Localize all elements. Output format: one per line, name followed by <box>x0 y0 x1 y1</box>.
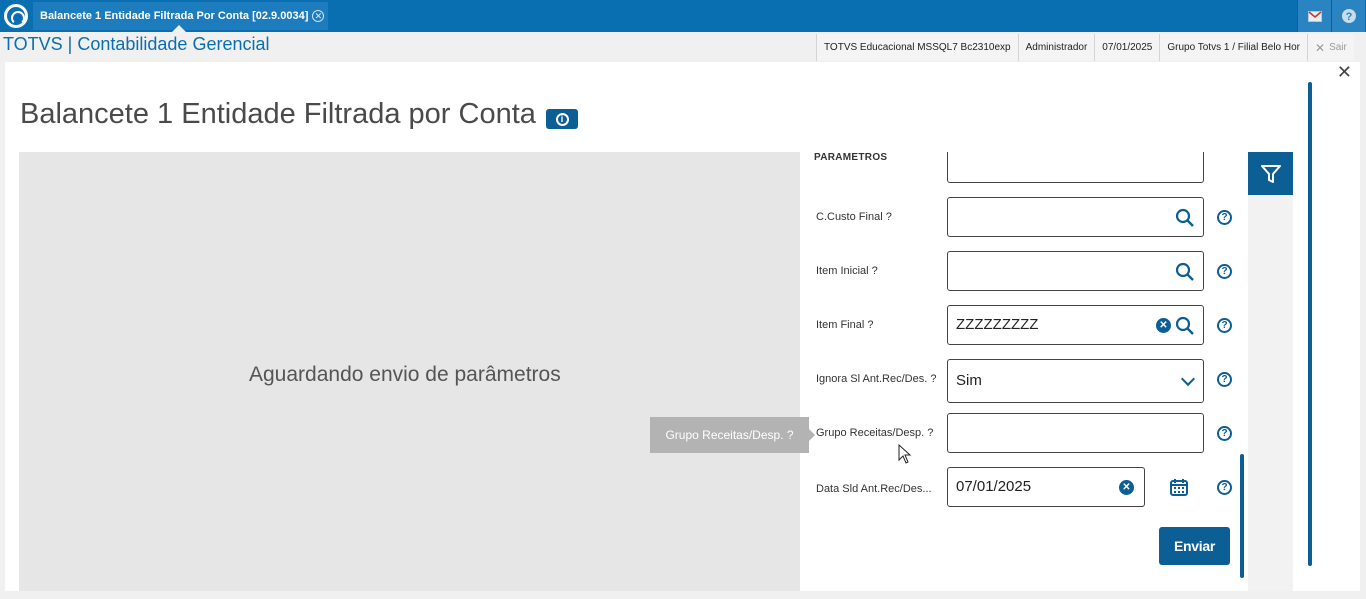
report-preview: Aguardando envio de parâmetros <box>19 152 800 591</box>
preview-message: Aguardando envio de parâmetros <box>249 363 561 386</box>
mail-icon[interactable] <box>1297 0 1331 32</box>
report-dialog: ✕ Balancete 1 Entidade Filtrada por Cont… <box>5 62 1360 591</box>
params-scrollbar[interactable] <box>1240 454 1244 578</box>
search-icon[interactable] <box>1175 316 1195 336</box>
help-icon[interactable]: ? <box>1217 210 1232 225</box>
dialog-scrollbar[interactable] <box>1308 82 1312 566</box>
top-bar: Balancete 1 Entidade Filtrada Por Conta … <box>0 0 1366 32</box>
field-tooltip: Grupo Receitas/Desp. ? <box>650 417 815 453</box>
branch-info[interactable]: Grupo Totvs 1 / Filial Belo Hor <box>1159 34 1308 61</box>
data-sld-value: 07/01/2025 <box>956 478 1032 495</box>
field-label-grupo-receitas: Grupo Receitas/Desp. ? <box>816 427 934 439</box>
mouse-cursor-icon <box>898 444 912 464</box>
filter-icon <box>1260 164 1281 183</box>
environment-info[interactable]: TOTVS Educacional MSSQL7 Bc2310exp <box>816 34 1018 61</box>
tab-close-icon[interactable]: ✕ <box>312 10 325 22</box>
item-final-input[interactable]: ZZZZZZZZZ ✕ <box>947 305 1204 345</box>
clear-icon[interactable]: ✕ <box>1119 480 1134 495</box>
grupo-receitas-input[interactable] <box>947 413 1204 453</box>
help-icon[interactable]: ? <box>1217 264 1232 279</box>
item-final-value: ZZZZZZZZZ <box>956 316 1039 333</box>
chevron-down-icon <box>1180 371 1196 387</box>
info-button[interactable]: i <box>546 109 578 129</box>
tab-label: Balancete 1 Entidade Filtrada Por Conta … <box>40 10 309 22</box>
help-icon[interactable]: ? <box>1217 480 1232 495</box>
ccusto-final-input[interactable] <box>947 197 1204 237</box>
session-info-bar: TOTVS Educacional MSSQL7 Bc2310exp Admin… <box>816 34 1354 61</box>
app-brand: TOTVS | Contabilidade Gerencial <box>3 34 270 54</box>
send-button[interactable]: Enviar <box>1159 527 1230 565</box>
field-label-item-final: Item Final ? <box>816 319 874 331</box>
filter-button[interactable] <box>1248 152 1293 195</box>
help-icon[interactable]: ? <box>1217 372 1232 387</box>
sair-button[interactable]: ✕ Sair <box>1307 34 1354 61</box>
user-info[interactable]: Administrador <box>1017 34 1095 61</box>
field-label-item-inicial: Item Inicial ? <box>816 265 878 277</box>
page-title: Balancete 1 Entidade Filtrada por Conta <box>20 98 536 130</box>
field-label-ccusto-final: C.Custo Final ? <box>816 211 892 223</box>
help-icon[interactable]: ? <box>1217 426 1232 441</box>
ignora-sl-value: Sim <box>956 372 982 389</box>
calendar-icon[interactable] <box>1170 478 1188 496</box>
info-icon: i <box>555 112 569 126</box>
field-label-data-sld: Data Sld Ant.Rec/Des... <box>816 483 932 495</box>
help-icon[interactable]: ? <box>1217 318 1232 333</box>
clear-icon[interactable]: ✕ <box>1156 318 1171 333</box>
previous-field-input[interactable] <box>947 152 1204 183</box>
data-sld-input[interactable]: 07/01/2025 ✕ <box>947 467 1145 507</box>
search-icon[interactable] <box>1175 208 1195 228</box>
parameters-panel: PARAMETROS C.Custo Final ? ? Item Inicia… <box>800 152 1243 591</box>
field-label-ignora-sl: Ignora Sl Ant.Rec/Des. ? <box>816 373 937 385</box>
item-inicial-input[interactable] <box>947 251 1204 291</box>
search-icon[interactable] <box>1175 262 1195 282</box>
date-info[interactable]: 07/01/2025 <box>1094 34 1160 61</box>
totvs-logo-icon[interactable] <box>4 4 28 28</box>
svg-text:?: ? <box>1345 11 1352 23</box>
help-circle-icon[interactable]: ? <box>1331 0 1365 32</box>
ignora-sl-select[interactable]: Sim <box>947 359 1204 403</box>
filter-sidebar <box>1248 195 1293 591</box>
dialog-close-icon[interactable]: ✕ <box>1337 62 1352 83</box>
close-icon: ✕ <box>1315 40 1326 55</box>
parameters-title: PARAMETROS <box>814 152 888 163</box>
tab-caret <box>172 25 186 32</box>
sair-label: Sair <box>1329 42 1347 53</box>
